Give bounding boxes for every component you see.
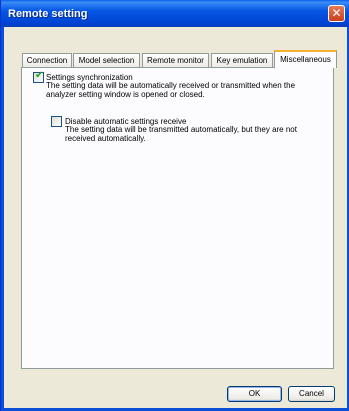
title-bar[interactable]: Remote setting ✕: [1, 0, 349, 27]
tab-remote-monitor[interactable]: Remote monitor: [142, 53, 209, 67]
ok-button[interactable]: OK: [227, 386, 282, 402]
tab-key-emulation[interactable]: Key emulation: [211, 53, 273, 67]
tab-panel-miscellaneous: [21, 67, 334, 369]
window-frame-left: [1, 27, 4, 411]
close-icon: ✕: [331, 6, 342, 20]
settings-sync-checkbox[interactable]: ✔: [33, 70, 44, 83]
tab-miscellaneous[interactable]: Miscellaneous: [274, 50, 337, 68]
close-button[interactable]: ✕: [328, 5, 345, 22]
remote-setting-dialog: Remote setting ✕ Connection Model select…: [0, 0, 349, 411]
disable-receive-checkbox[interactable]: [51, 116, 62, 127]
settings-sync-description: The setting data will be automatically r…: [46, 81, 296, 99]
disable-receive-description: The setting data will be transmitted aut…: [65, 125, 297, 143]
check-icon: ✔: [35, 70, 44, 81]
tab-connection[interactable]: Connection: [22, 53, 72, 67]
cancel-button[interactable]: Cancel: [288, 386, 335, 402]
window-title: Remote setting: [8, 8, 88, 20]
tab-model-selection[interactable]: Model selection: [73, 53, 140, 67]
